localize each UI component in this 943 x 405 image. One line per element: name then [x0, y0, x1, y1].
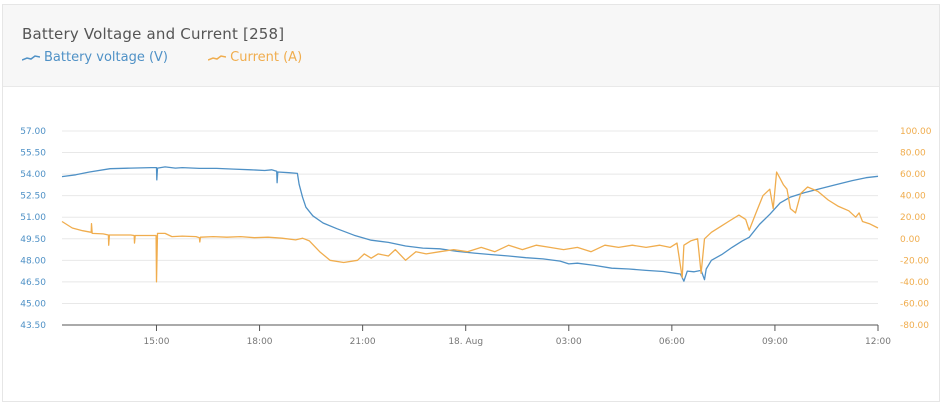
y-left-tick-label: 54.00	[20, 170, 46, 180]
y-left-tick-label: 55.50	[20, 149, 46, 159]
plot-area[interactable]: 57.00 55.50 54.00 52.50 51.00 49.50 48.00 46.50…	[0, 0, 943, 405]
series-line-current	[61, 171, 879, 283]
y-right-tick-label: 100.00	[900, 127, 932, 137]
y-left-tick-label: 48.00	[20, 256, 46, 266]
y-left-tick-label: 52.50	[20, 192, 46, 202]
y-left-tick-label: 51.00	[20, 213, 46, 223]
x-tick-label: 06:00	[659, 337, 685, 347]
y-right-tick-label: 60.00	[900, 170, 926, 180]
x-tick-label: 18. Aug	[448, 337, 483, 347]
x-tick-label: 03:00	[556, 337, 582, 347]
y-right-tick-label: 80.00	[900, 149, 926, 159]
y-right-tick-label: -40.00	[900, 278, 929, 288]
series-line-voltage	[61, 166, 879, 282]
y-right-tick-label: -80.00	[900, 321, 929, 331]
y-right-tick-label: 0.00	[900, 235, 920, 245]
y-right-tick-label: -20.00	[900, 256, 929, 266]
y-left-tick-label: 49.50	[20, 235, 46, 245]
x-tick-label: 21:00	[350, 337, 376, 347]
y-left-tick-label: 46.50	[20, 278, 46, 288]
x-tick-label: 12:00	[865, 337, 891, 347]
y-left-tick-label: 43.50	[20, 321, 46, 331]
x-tick-label: 18:00	[247, 337, 273, 347]
y-right-tick-label: 40.00	[900, 192, 926, 202]
x-tick-label: 09:00	[762, 337, 788, 347]
y-right-tick-label: 20.00	[900, 213, 926, 223]
y-right-tick-label: -60.00	[900, 299, 929, 309]
x-tick-label: 15:00	[144, 337, 170, 347]
y-left-tick-label: 45.00	[20, 299, 46, 309]
y-left-tick-label: 57.00	[20, 127, 46, 137]
